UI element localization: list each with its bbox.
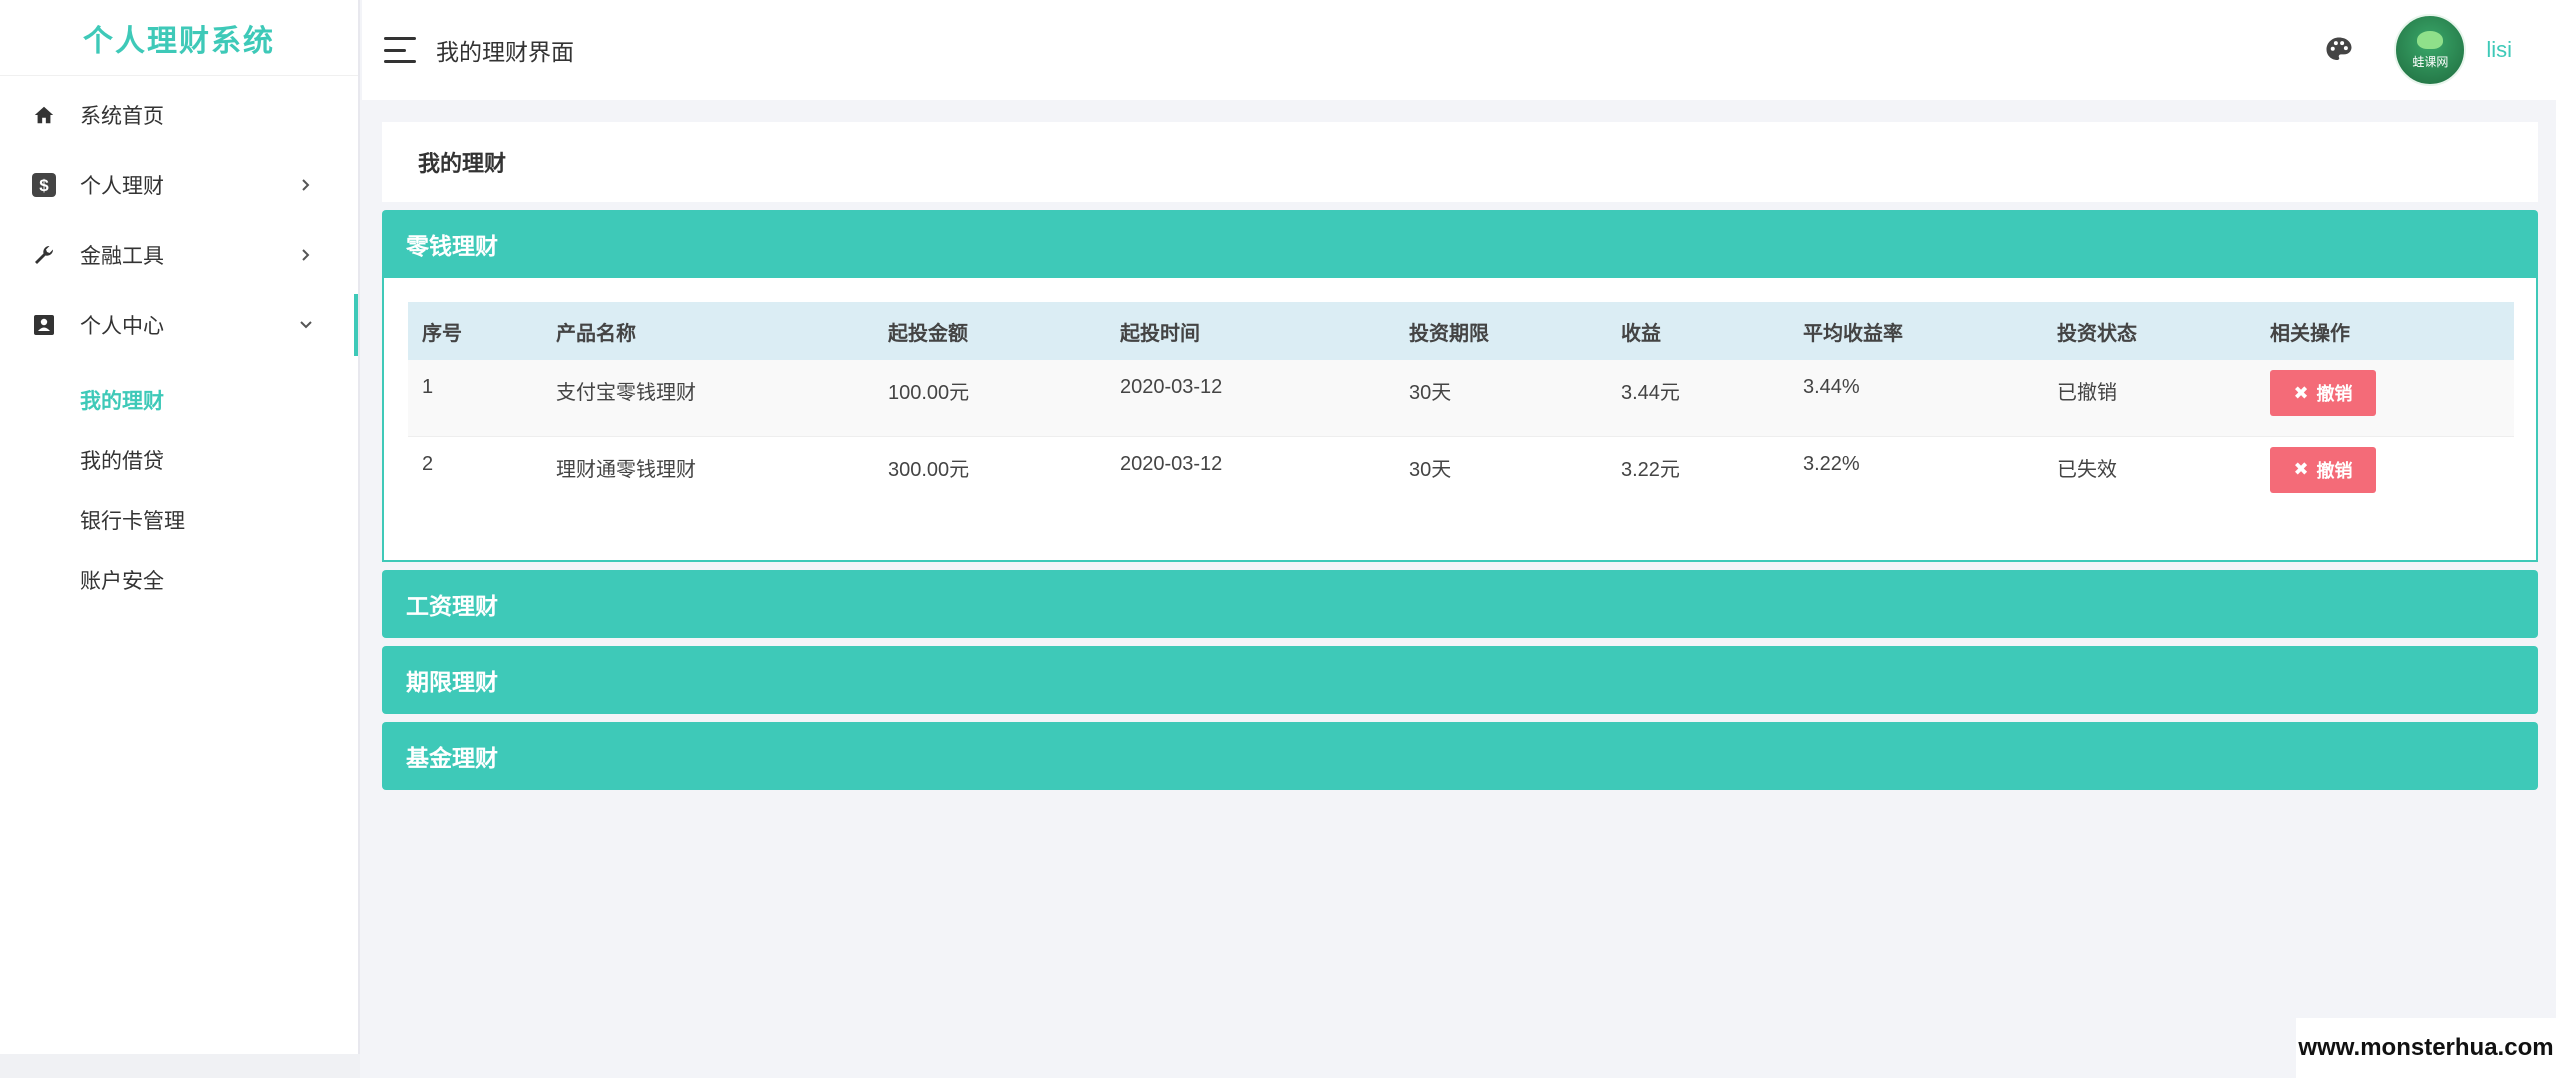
panel-header[interactable]: 工资理财 [382, 570, 2538, 638]
cell-product-name: 支付宝零钱理财 [556, 382, 696, 404]
column-header: 相关操作 [2270, 322, 2350, 345]
cell-actions: ✖ 撤销 [2256, 436, 2514, 512]
revoke-button-label: 撤销 [2316, 460, 2353, 481]
panel-petty-finance: 零钱理财 序号 产品名称 起投金额 起投时间 投资期限 收益 平均收益率 投资状… [382, 210, 2538, 562]
panel-header[interactable]: 零钱理财 [382, 210, 2538, 278]
submenu-item-account-security[interactable]: 账户安全 [0, 550, 358, 610]
panel-header[interactable]: 基金理财 [382, 722, 2538, 790]
avatar[interactable]: 蛙课网 [2394, 14, 2467, 86]
revoke-button-label: 撤销 [2316, 384, 2353, 404]
revoke-button[interactable]: ✖ 撤销 [2270, 370, 2376, 416]
app-brand: 个人理财系统 [0, 0, 358, 76]
user-card-icon [30, 311, 58, 339]
panel-header[interactable]: 期限理财 [382, 646, 2538, 714]
cell-term: 30天 [1409, 382, 1452, 404]
submenu-item-bank-cards[interactable]: 银行卡管理 [0, 490, 358, 550]
cell-start-date: 2020-03-12 [1120, 452, 1223, 475]
main-content: 我的理财 零钱理财 序号 产品名称 起投金额 起投时间 投资期限 收益 平均收益… [382, 122, 2538, 790]
avatar-text: 蛙课网 [2412, 54, 2449, 69]
hamburger-menu-icon[interactable] [384, 37, 416, 63]
cell-profit: 3.22元 [1621, 458, 1680, 481]
cell-amount: 100.00元 [888, 382, 970, 404]
column-header: 收益 [1621, 322, 1661, 345]
sidebar-item-personal-center[interactable]: 个人中心 [0, 290, 358, 360]
panel-salary-finance: 工资理财 [382, 570, 2538, 638]
column-header: 起投时间 [1120, 322, 1200, 345]
home-icon [30, 101, 58, 129]
table-row: 2 理财通零钱理财 300.00元 2020-03-12 30天 3.22元 3… [408, 436, 2514, 512]
cell-avg-rate: 3.44% [1803, 376, 1860, 398]
cell-term: 30天 [1409, 458, 1452, 481]
sidebar-footer [0, 1054, 360, 1078]
cell-avg-rate: 3.22% [1803, 452, 1860, 475]
page-title: 我的理财 [382, 122, 2538, 202]
chevron-right-icon [298, 177, 314, 193]
column-header: 投资期限 [1409, 322, 1489, 345]
dollar-icon: $ [30, 171, 58, 199]
cell-product-name: 理财通零钱理财 [556, 458, 696, 481]
header-title: 我的理财界面 [436, 39, 574, 65]
username[interactable]: lisi [2486, 37, 2512, 63]
sidebar: 个人理财系统 系统首页 $ 个人理财 金融工具 个人中心 我的理财 我的借贷 银… [0, 0, 360, 1078]
sidebar-item-label: 个人中心 [80, 315, 164, 338]
watermark: www.monsterhua.com [2296, 1018, 2556, 1078]
revoke-button[interactable]: ✖ 撤销 [2270, 446, 2376, 493]
cell-index: 1 [422, 376, 434, 398]
cell-profit: 3.44元 [1621, 382, 1680, 404]
wrench-icon [30, 241, 58, 269]
close-icon: ✖ [2293, 382, 2309, 403]
svg-text:$: $ [39, 176, 49, 195]
chevron-right-icon [298, 247, 314, 263]
finance-table: 序号 产品名称 起投金额 起投时间 投资期限 收益 平均收益率 投资状态 相关操… [408, 302, 2514, 512]
palette-icon[interactable] [2324, 35, 2354, 65]
cell-status: 已失效 [2057, 458, 2117, 481]
cell-start-date: 2020-03-12 [1120, 376, 1223, 398]
sidebar-item-home[interactable]: 系统首页 [0, 80, 358, 150]
panel-term-finance: 期限理财 [382, 646, 2538, 714]
table-row: 1 支付宝零钱理财 100.00元 2020-03-12 30天 3.44元 3… [408, 360, 2514, 436]
cell-index: 2 [422, 452, 434, 475]
panel-body: 序号 产品名称 起投金额 起投时间 投资期限 收益 平均收益率 投资状态 相关操… [382, 278, 2538, 562]
close-icon: ✖ [2293, 459, 2309, 479]
sidebar-item-label: 个人理财 [80, 175, 164, 198]
sidebar-item-finance[interactable]: $ 个人理财 [0, 150, 358, 220]
column-header: 序号 [422, 322, 462, 345]
submenu-item-my-loans[interactable]: 我的借贷 [0, 430, 358, 490]
panel-fund-finance: 基金理财 [382, 722, 2538, 790]
sidebar-item-label: 金融工具 [80, 245, 164, 268]
sidebar-item-tools[interactable]: 金融工具 [0, 220, 358, 290]
column-header: 投资状态 [2057, 322, 2137, 345]
top-header: 我的理财界面 蛙课网 lisi [362, 0, 2556, 100]
column-header: 平均收益率 [1803, 322, 1903, 345]
cell-amount: 300.00元 [888, 458, 970, 481]
submenu-item-my-finance[interactable]: 我的理财 [0, 370, 358, 430]
chevron-down-icon [298, 317, 314, 333]
column-header: 产品名称 [556, 322, 636, 345]
frog-logo-icon [2417, 30, 2444, 49]
cell-actions: ✖ 撤销 [2256, 360, 2514, 436]
cell-status: 已撤销 [2057, 382, 2117, 404]
table-header-row: 序号 产品名称 起投金额 起投时间 投资期限 收益 平均收益率 投资状态 相关操… [408, 302, 2514, 360]
sidebar-item-label: 系统首页 [80, 105, 164, 128]
column-header: 起投金额 [888, 322, 968, 345]
